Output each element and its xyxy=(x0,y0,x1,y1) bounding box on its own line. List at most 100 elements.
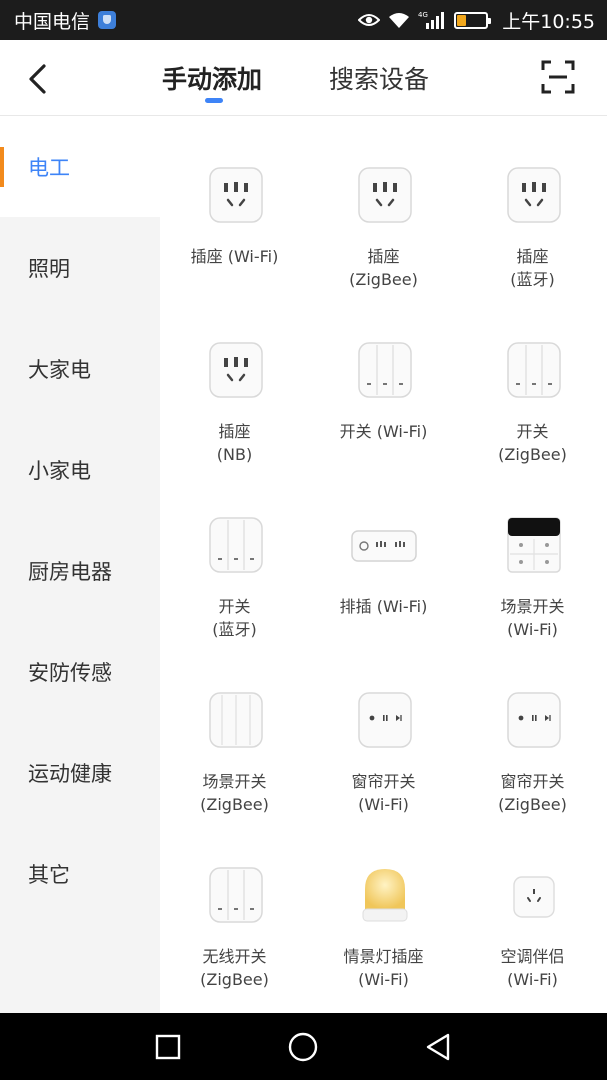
switch-icon xyxy=(506,340,562,402)
device-label-line2: (ZigBee) xyxy=(200,970,269,989)
device-label-line1: 场景开关 xyxy=(202,772,267,791)
sidebar-item-label: 其它 xyxy=(28,863,70,887)
back-arrow-icon xyxy=(29,64,46,94)
night-light-icon xyxy=(357,865,413,927)
device-label: 场景开关 (Wi-Fi) xyxy=(458,595,607,641)
scene-switch-icon xyxy=(506,515,562,577)
sidebar-item-lighting[interactable]: 照明 xyxy=(0,218,160,318)
sidebar-item-label: 大家电 xyxy=(28,358,91,382)
socket-icon xyxy=(357,165,413,227)
system-nav-bar xyxy=(0,1013,607,1080)
device-card[interactable]: 无线开关 (ZigBee) xyxy=(160,817,309,992)
device-label-line2: (蓝牙) xyxy=(212,620,257,639)
power-strip-icon xyxy=(349,515,419,577)
device-card[interactable]: 空调伴侣 (Wi-Fi) xyxy=(458,817,607,992)
eye-icon xyxy=(358,12,381,28)
device-label: 开关 (Wi-Fi) xyxy=(309,420,458,443)
device-label-line1: 开关 xyxy=(218,597,251,616)
device-label: 插座 (蓝牙) xyxy=(458,245,607,291)
device-label: 无线开关 (ZigBee) xyxy=(160,945,309,991)
device-card[interactable]: 插座 (蓝牙) xyxy=(458,117,607,292)
device-label-line1: 窗帘开关 xyxy=(500,772,565,791)
home-icon xyxy=(288,1032,318,1062)
device-card[interactable]: 窗帘开关 (Wi-Fi) xyxy=(309,642,458,817)
sidebar-item-security[interactable]: 安防传感 xyxy=(0,622,160,722)
device-label: 插座 (ZigBee) xyxy=(309,245,458,291)
device-card[interactable]: 情景灯插座 (Wi-Fi) xyxy=(309,817,458,992)
sidebar-item-label: 小家电 xyxy=(28,459,91,483)
device-card[interactable]: 开关 (蓝牙) xyxy=(160,467,309,642)
active-category-marker xyxy=(0,147,4,187)
back-triangle-icon xyxy=(426,1033,450,1061)
status-bar: 中国电信 4G 上午10:55 xyxy=(0,0,607,40)
device-card[interactable]: 开关 (Wi-Fi) xyxy=(309,292,458,467)
device-label: 开关 (蓝牙) xyxy=(160,595,309,641)
device-label-line1: 插座 xyxy=(218,422,251,441)
socket-icon xyxy=(208,340,264,402)
app-header: 手动添加 搜索设备 xyxy=(0,40,607,116)
device-label: 空调伴侣 (Wi-Fi) xyxy=(458,945,607,991)
device-card[interactable]: 场景开关 (ZigBee) xyxy=(160,642,309,817)
sidebar-item-large-appliances[interactable]: 大家电 xyxy=(0,319,160,419)
ac-companion-icon xyxy=(506,865,562,927)
switch-icon xyxy=(208,865,264,927)
device-label-line2: (Wi-Fi) xyxy=(358,970,409,989)
sidebar-item-label: 运动健康 xyxy=(28,762,112,786)
device-label-line2: (蓝牙) xyxy=(510,270,555,289)
device-label-line2: (Wi-Fi) xyxy=(507,620,558,639)
sidebar-item-other[interactable]: 其它 xyxy=(0,824,160,924)
device-card[interactable]: 排插 (Wi-Fi) xyxy=(309,467,458,642)
device-card[interactable]: 场景开关 (Wi-Fi) xyxy=(458,467,607,642)
home-button[interactable] xyxy=(287,1031,319,1063)
device-label-line1: 场景开关 xyxy=(500,597,565,616)
socket-icon xyxy=(208,165,264,227)
device-label: 窗帘开关 (ZigBee) xyxy=(458,770,607,816)
device-label-line2: (Wi-Fi) xyxy=(507,970,558,989)
device-label-line1: 插座 (Wi-Fi) xyxy=(190,247,279,266)
device-label: 开关 (ZigBee) xyxy=(458,420,607,466)
security-shield-icon xyxy=(98,11,117,29)
device-label-line1: 开关 xyxy=(516,422,549,441)
wifi-icon xyxy=(388,12,410,29)
cellular-signal-icon: 4G xyxy=(418,10,446,30)
device-label-line2: (ZigBee) xyxy=(200,795,269,814)
device-card[interactable]: 开关 (ZigBee) xyxy=(458,292,607,467)
scene-switch-panel-icon xyxy=(208,690,264,752)
recent-apps-icon xyxy=(155,1034,181,1060)
scan-button[interactable] xyxy=(540,59,576,95)
tab-manual-add[interactable]: 手动添加 xyxy=(162,60,262,96)
device-label-line1: 无线开关 xyxy=(202,947,267,966)
clock: 上午10:55 xyxy=(502,10,595,33)
device-label-line2: (ZigBee) xyxy=(498,445,567,464)
tab-search-devices[interactable]: 搜索设备 xyxy=(329,60,429,96)
sidebar-item-label: 安防传感 xyxy=(28,661,112,685)
device-label-line1: 插座 xyxy=(367,247,400,266)
device-card[interactable]: 插座 (NB) xyxy=(160,292,309,467)
back-button[interactable] xyxy=(22,62,52,96)
sidebar-item-health[interactable]: 运动健康 xyxy=(0,723,160,823)
active-tab-indicator xyxy=(205,98,223,103)
sidebar-item-kitchen[interactable]: 厨房电器 xyxy=(0,521,160,621)
device-label-line1: 开关 (Wi-Fi) xyxy=(339,422,428,441)
switch-icon xyxy=(208,515,264,577)
sidebar-item-electrical[interactable]: 电工 xyxy=(0,117,160,217)
recent-apps-button[interactable] xyxy=(152,1031,184,1063)
carrier-name: 中国电信 xyxy=(14,10,91,33)
sidebar-item-small-appliances[interactable]: 小家电 xyxy=(0,420,160,520)
socket-icon xyxy=(506,165,562,227)
battery-level xyxy=(457,14,466,26)
curtain-switch-icon xyxy=(506,690,562,752)
battery-icon xyxy=(454,11,492,29)
device-card[interactable]: 插座 (ZigBee) xyxy=(309,117,458,292)
device-label: 插座 (NB) xyxy=(160,420,309,466)
device-label: 插座 (Wi-Fi) xyxy=(160,245,309,268)
sidebar-item-label: 照明 xyxy=(28,257,70,281)
sidebar-item-label: 电工 xyxy=(28,156,70,180)
device-label-line1: 窗帘开关 xyxy=(351,772,416,791)
device-label: 排插 (Wi-Fi) xyxy=(309,595,458,618)
device-label-line2: (NB) xyxy=(216,445,253,464)
nav-back-button[interactable] xyxy=(422,1031,454,1063)
device-label: 场景开关 (ZigBee) xyxy=(160,770,309,816)
device-card[interactable]: 窗帘开关 (ZigBee) xyxy=(458,642,607,817)
device-card[interactable]: 插座 (Wi-Fi) xyxy=(160,117,309,292)
